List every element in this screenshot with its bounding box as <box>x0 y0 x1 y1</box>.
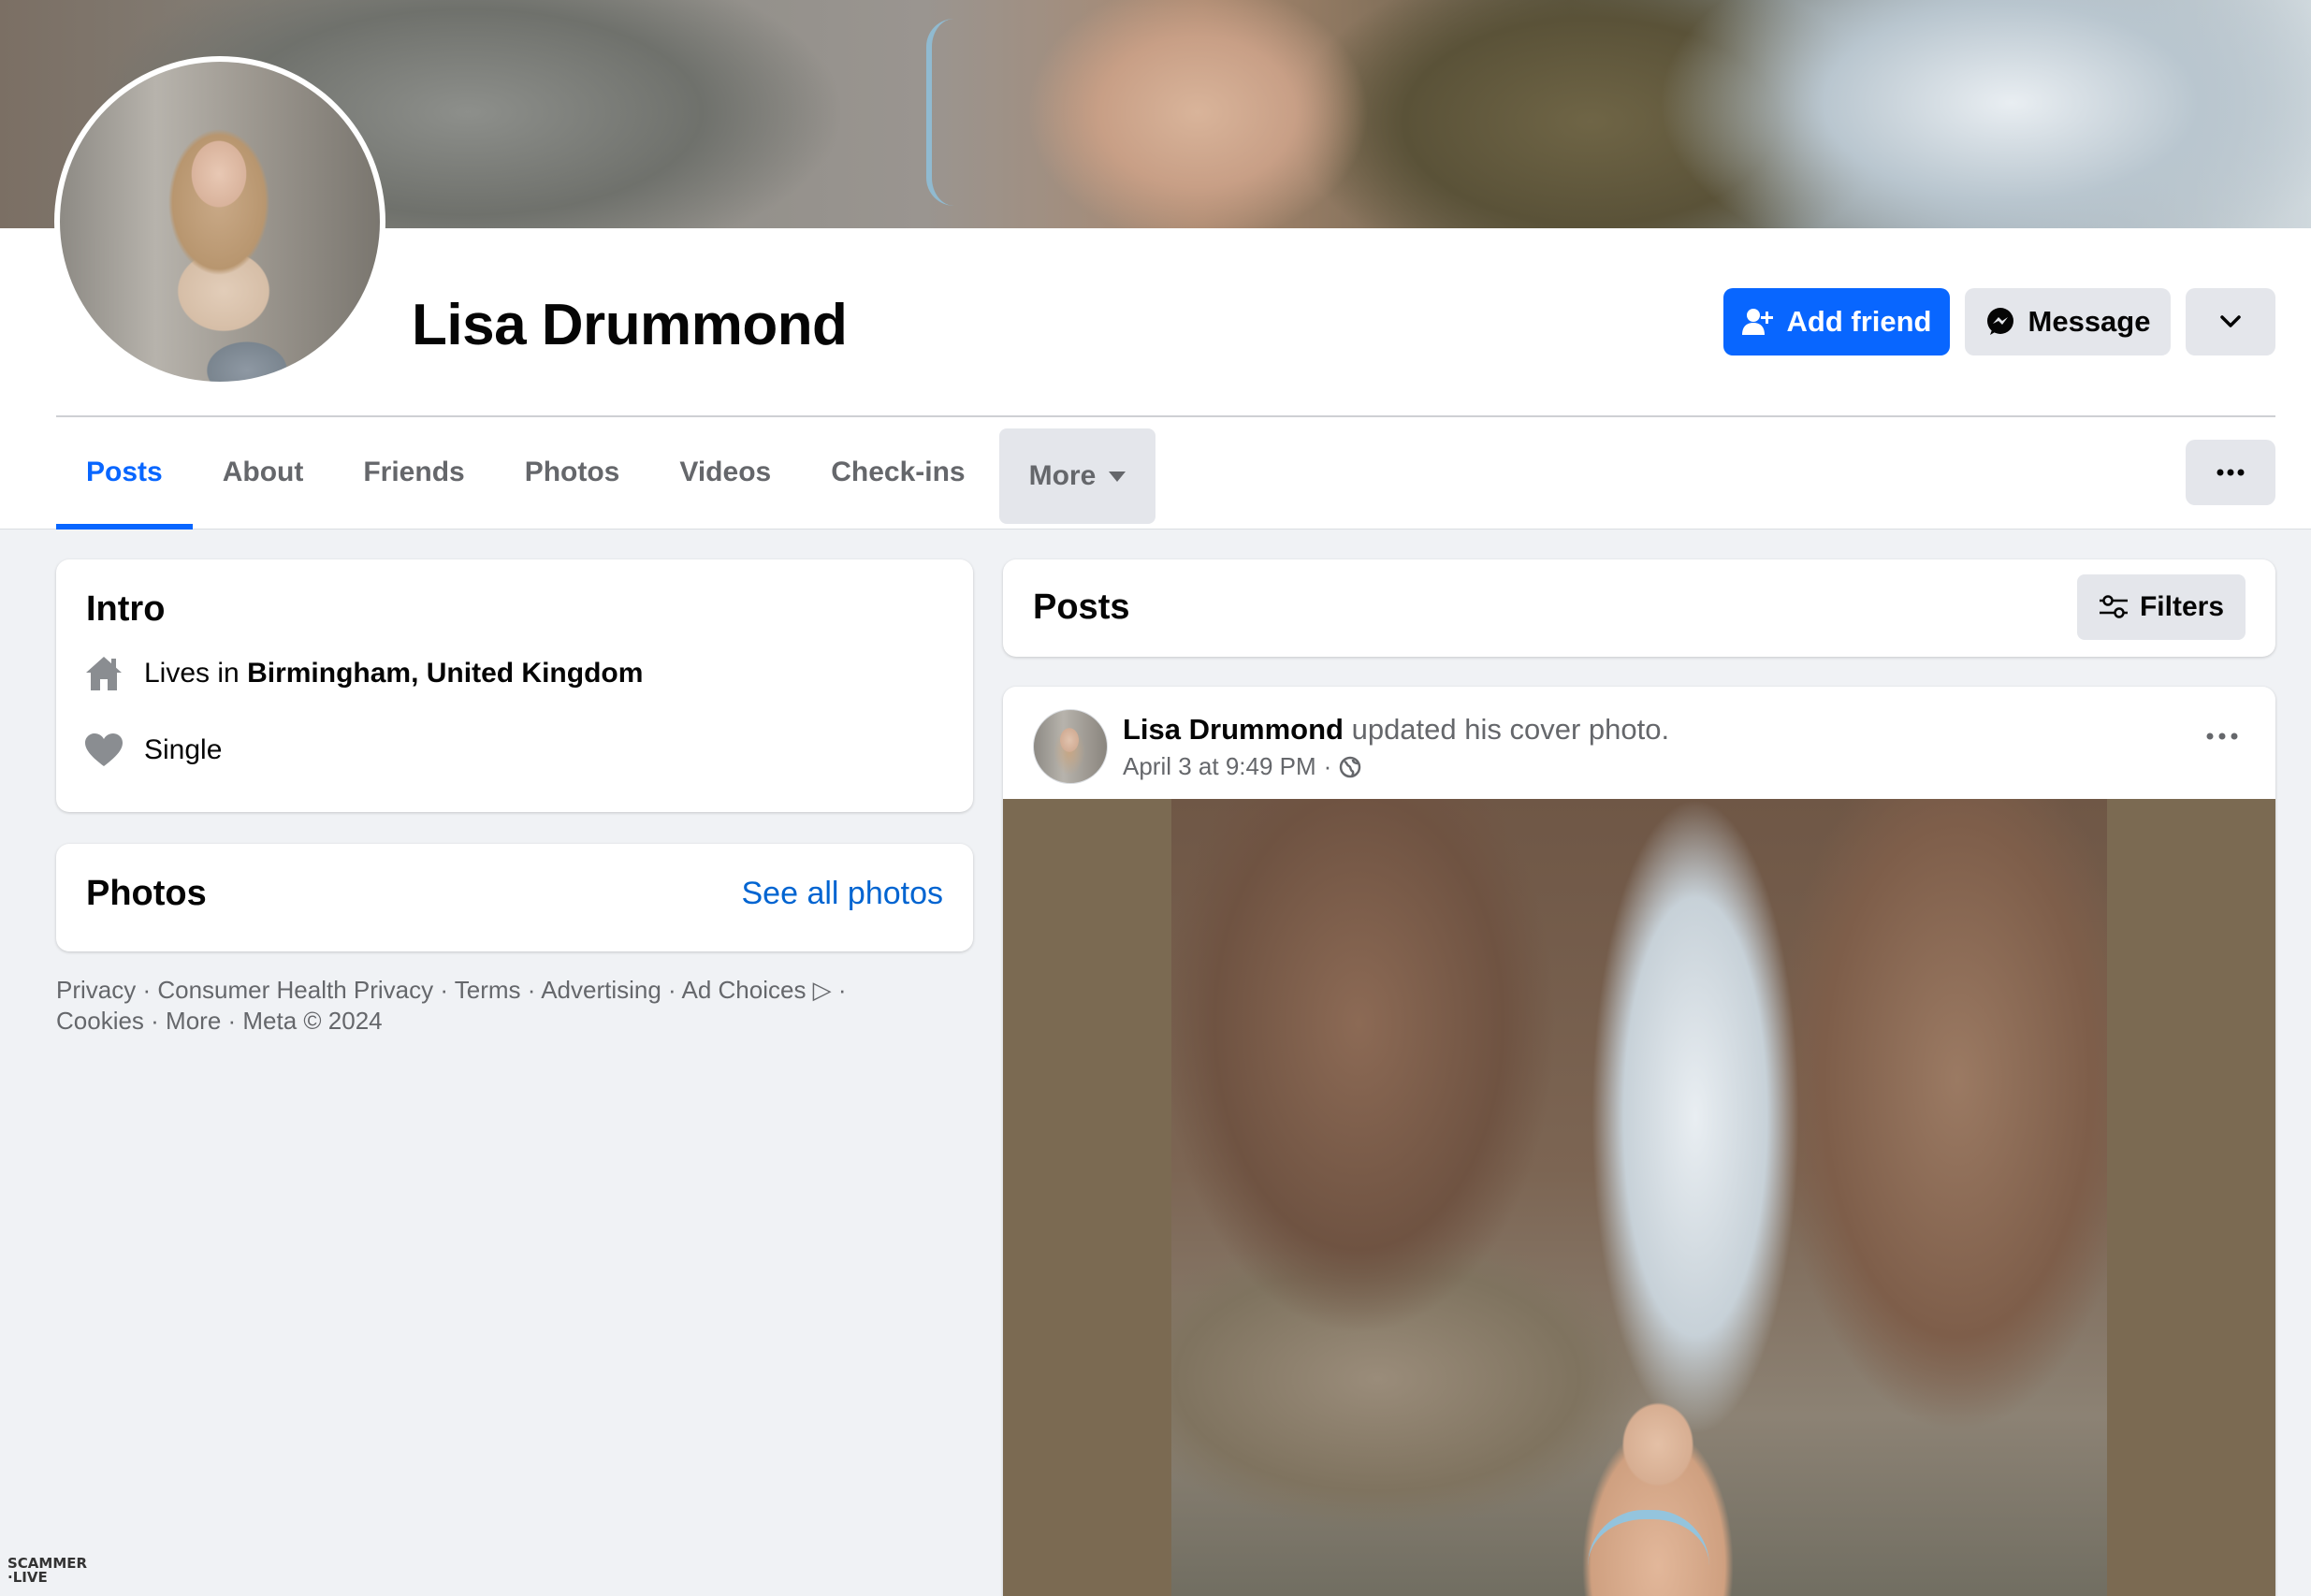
post-media[interactable] <box>1003 799 2275 1596</box>
profile-picture[interactable] <box>54 56 385 387</box>
add-friend-button[interactable]: Add friend <box>1723 288 1950 355</box>
post-author-avatar[interactable] <box>1033 709 1108 784</box>
post-author-name[interactable]: Lisa Drummond <box>1123 713 1344 746</box>
header-divider <box>56 415 2275 417</box>
profile-name: Lisa Drummond <box>412 293 848 357</box>
home-icon <box>86 657 122 690</box>
intro-card: Intro Lives in Birmingham, United Kingdo… <box>56 559 973 812</box>
intro-relationship: Single <box>84 733 222 768</box>
caret-down-icon <box>1109 471 1126 482</box>
post-meta: April 3 at 9:49 PM · <box>1123 752 1361 781</box>
footer-line-1[interactable]: Privacy · Consumer Health Privacy · Term… <box>56 975 973 1006</box>
message-label: Message <box>2028 305 2151 338</box>
tab-more-label: More <box>1028 460 1097 491</box>
tab-videos[interactable]: Videos <box>649 425 801 520</box>
post-card: Lisa Drummond updated his cover photo. A… <box>1003 687 2275 1596</box>
post-action-text: updated his cover photo. <box>1343 713 1670 746</box>
tab-check-ins[interactable]: Check-ins <box>801 425 995 520</box>
chevron-down-icon <box>2220 315 2241 327</box>
ellipsis-icon <box>2217 469 2245 476</box>
lives-in-prefix: Lives in <box>144 658 248 689</box>
tab-more[interactable]: More <box>998 428 1156 524</box>
lives-in-place[interactable]: Birmingham, United Kingdom <box>247 658 643 689</box>
globe-icon[interactable] <box>1339 756 1361 778</box>
footer-line-2[interactable]: Cookies · More · Meta © 2024 <box>56 1006 973 1037</box>
watermark-line-2: ·LIVE <box>7 1569 48 1586</box>
sliders-icon <box>2099 595 2128 618</box>
filters-label: Filters <box>2139 591 2225 622</box>
tab-about[interactable]: About <box>193 425 334 520</box>
facebook-profile-page: Lisa Drummond Add friend Message Posts A… <box>0 0 2311 1596</box>
tab-friends[interactable]: Friends <box>333 425 494 520</box>
post-photo <box>1171 799 2107 1596</box>
post-options-button[interactable] <box>2206 728 2238 745</box>
post-meta-separator: · <box>1323 752 1332 780</box>
posts-title: Posts <box>1033 588 1130 627</box>
post-timestamp[interactable]: April 3 at 9:49 PM <box>1123 752 1316 781</box>
intro-title: Intro <box>86 589 166 629</box>
add-friend-label: Add friend <box>1786 305 1932 338</box>
photos-card: Photos See all photos <box>56 844 973 951</box>
heart-icon <box>85 733 123 766</box>
messenger-icon <box>1986 308 2013 335</box>
relationship-status: Single <box>144 734 223 765</box>
tab-posts[interactable]: Posts <box>56 425 193 530</box>
filters-button[interactable]: Filters <box>2077 574 2246 640</box>
message-button[interactable]: Message <box>1965 288 2171 355</box>
profile-more-options-button[interactable] <box>2186 440 2275 505</box>
photos-card-title: Photos <box>86 874 207 913</box>
cover-photo-detail <box>926 19 982 206</box>
profile-picture-image <box>60 62 380 382</box>
profile-tabs: Posts About Friends Photos Videos Check-… <box>56 425 1156 530</box>
footer-links: Privacy · Consumer Health Privacy · Term… <box>56 975 973 1037</box>
post-headline: Lisa Drummond updated his cover photo. <box>1123 713 1669 747</box>
posts-header-card: Posts Filters <box>1003 559 2275 657</box>
profile-options-dropdown[interactable] <box>2186 288 2275 355</box>
intro-lives-in-text: Lives in Birmingham, United Kingdom <box>144 658 643 689</box>
tab-photos[interactable]: Photos <box>495 425 650 520</box>
see-all-photos-link[interactable]: See all photos <box>742 876 944 912</box>
ellipsis-icon <box>2206 733 2238 740</box>
watermark: SCAMMER ·LIVE <box>7 1557 87 1585</box>
post-photo-detail <box>1588 1510 1709 1585</box>
intro-lives-in: Lives in Birmingham, United Kingdom <box>84 655 643 692</box>
add-person-icon <box>1741 309 1773 335</box>
